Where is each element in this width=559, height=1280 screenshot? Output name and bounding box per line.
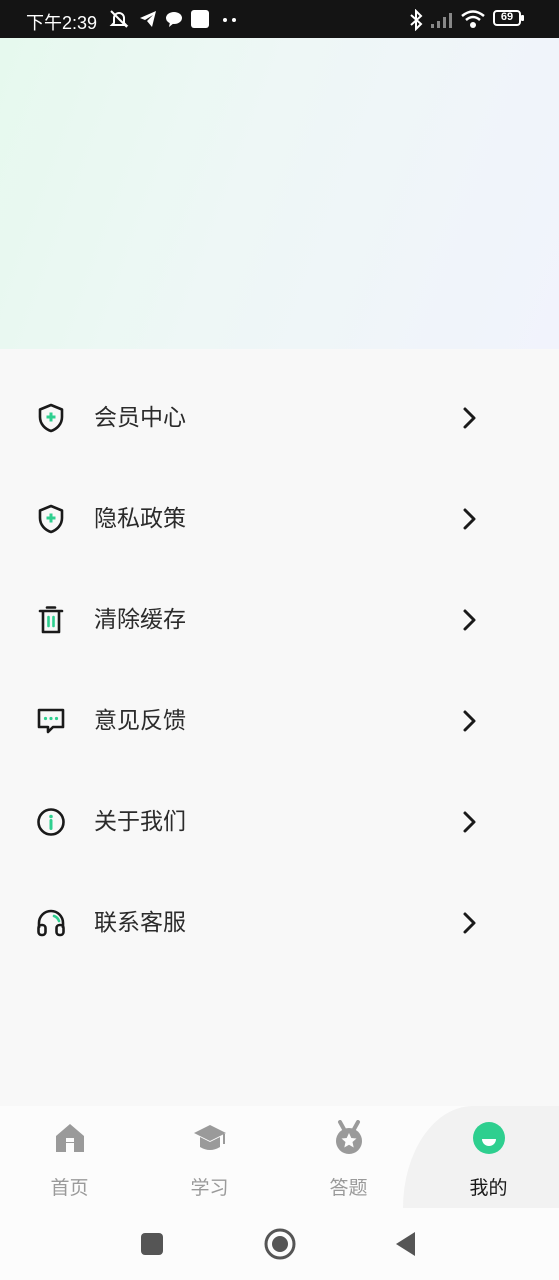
smile-icon	[473, 1122, 505, 1154]
profile-header-background	[0, 38, 559, 349]
menu-item-label: 联系客服	[94, 910, 186, 936]
chevron-right-icon	[463, 407, 476, 429]
tab-home[interactable]: 首页	[0, 1106, 139, 1208]
status-time: 下午2:39	[26, 13, 98, 33]
medal-icon	[336, 1120, 362, 1154]
menu-item-privacy[interactable]: 隐私政策	[0, 469, 559, 570]
chevron-right-icon	[463, 912, 476, 934]
menu-item-label: 关于我们	[94, 809, 186, 835]
menu-item-clear-cache[interactable]: 清除缓存	[0, 570, 559, 671]
menu-item-contact-support[interactable]: 联系客服	[0, 873, 559, 974]
headset-icon	[37, 909, 65, 937]
menu-item-label: 清除缓存	[94, 607, 186, 633]
tab-study[interactable]: 学习	[140, 1106, 279, 1208]
telegram-icon	[140, 11, 156, 27]
settings-menu: 会员中心 隐私政策 清除缓存 意见反馈 关于我们 联系客服	[0, 368, 559, 974]
menu-item-label: 隐私政策	[94, 506, 186, 532]
bluetooth-icon	[410, 9, 423, 31]
back-button[interactable]	[393, 1230, 419, 1258]
trash-icon	[38, 606, 64, 634]
menu-item-about-us[interactable]: 关于我们	[0, 772, 559, 873]
menu-item-label: 意见反馈	[94, 708, 186, 734]
menu-item-feedback[interactable]: 意见反馈	[0, 671, 559, 772]
system-nav-bar	[0, 1208, 559, 1280]
status-bar: 下午2:39 69	[0, 0, 559, 38]
menu-item-label: 会员中心	[94, 405, 186, 431]
graduation-cap-icon	[194, 1125, 226, 1150]
chat-bubble-icon	[37, 708, 65, 734]
chevron-right-icon	[463, 811, 476, 833]
mute-bell-icon	[109, 10, 129, 28]
tab-quiz[interactable]: 答题	[279, 1106, 418, 1208]
tab-mine[interactable]: 我的	[419, 1106, 558, 1208]
home-icon	[56, 1124, 84, 1152]
chevron-right-icon	[463, 609, 476, 631]
wifi-icon	[461, 10, 485, 28]
tab-label: 答题	[329, 1177, 368, 1199]
shield-plus-icon	[38, 504, 64, 534]
recents-button[interactable]	[139, 1231, 165, 1257]
tab-label: 学习	[190, 1177, 229, 1199]
battery-level: 69	[500, 11, 514, 23]
home-button[interactable]	[263, 1227, 297, 1261]
menu-item-membership[interactable]: 会员中心	[0, 368, 559, 469]
app-square-icon	[191, 10, 209, 28]
chevron-right-icon	[463, 710, 476, 732]
signal-icon	[431, 13, 452, 28]
more-dots-icon	[223, 18, 236, 22]
shield-plus-icon	[38, 403, 64, 433]
battery-icon: 69	[493, 10, 525, 28]
tab-label: 首页	[50, 1177, 89, 1199]
chat-app-icon	[166, 12, 182, 27]
bottom-tab-bar: 首页 学习 答题 我的	[0, 1106, 559, 1208]
chevron-right-icon	[463, 508, 476, 530]
tab-label: 我的	[469, 1177, 508, 1199]
info-icon	[37, 808, 65, 836]
